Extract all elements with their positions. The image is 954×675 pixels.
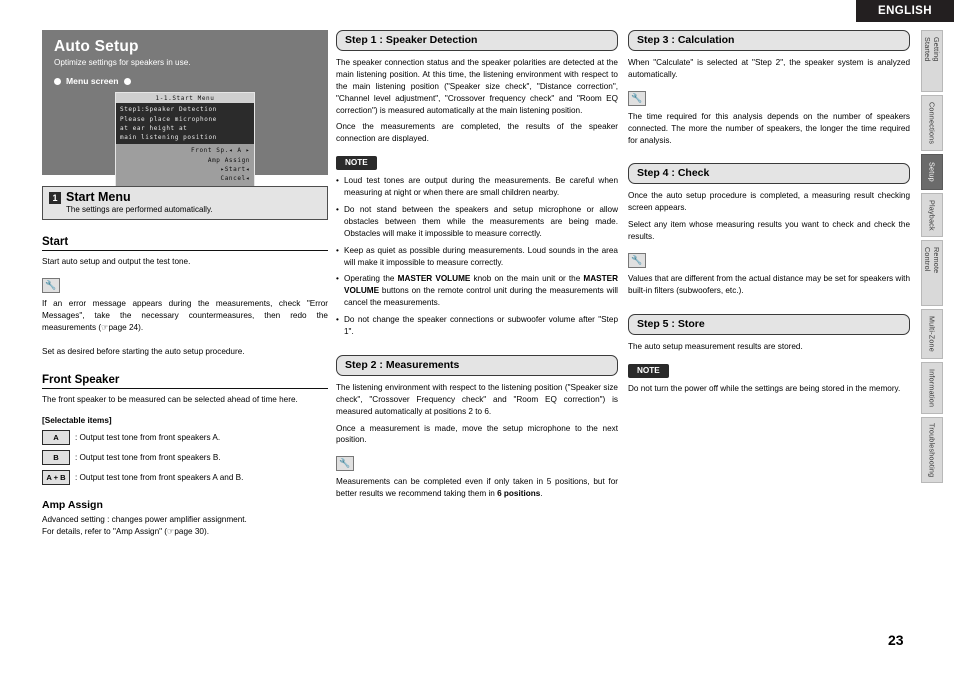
osd-line: Front Sp.◂ A ▸ xyxy=(191,147,250,155)
step-4-block: Step 4 : Check Once the auto setup proce… xyxy=(628,163,910,296)
tab-playback[interactable]: Playback xyxy=(921,193,943,237)
start-menu-title: Start Menu xyxy=(66,190,131,204)
tab-multi-zone[interactable]: Multi-Zone xyxy=(921,309,943,359)
list-item: Do not change the speaker connections or… xyxy=(336,314,618,338)
tab-label: Multi-Zone xyxy=(927,316,937,352)
step-3-header: Step 3 : Calculation xyxy=(628,30,910,51)
list-item: Operating the MASTER VOLUME knob on the … xyxy=(336,273,618,309)
chip-front-a-desc: : Output test tone from front speakers A… xyxy=(75,433,221,443)
menu-screen-row: Menu screen xyxy=(54,76,316,86)
wrench-icon xyxy=(336,456,354,472)
step-5-paragraph-1: The auto setup measurement results are s… xyxy=(628,341,803,351)
wrench-icon xyxy=(42,278,60,294)
osd-line: at ear height at xyxy=(120,124,188,132)
section-number-badge: 1 xyxy=(49,192,61,204)
note-badge: NOTE xyxy=(628,363,669,378)
tab-label: Troubleshooting xyxy=(927,422,937,478)
step-5-block: Step 5 : Store The auto setup measuremen… xyxy=(628,313,910,395)
tab-troubleshooting[interactable]: Troubleshooting xyxy=(921,417,943,483)
auto-setup-panel: Auto Setup Optimize settings for speaker… xyxy=(42,30,328,187)
step-5-header: Step 5 : Store xyxy=(628,313,910,335)
tab-getting-started[interactable]: Getting Started xyxy=(921,30,943,92)
step-2-header: Step 2 : Measurements xyxy=(336,354,618,376)
tab-label: Getting Started xyxy=(923,37,941,62)
bullet-dot-icon xyxy=(54,77,61,85)
step-1-notes-list: Loud test tones are output during the me… xyxy=(336,175,618,338)
tab-label: Setup xyxy=(927,162,937,182)
column-right: Step 3 : Calculation When "Calculate" is… xyxy=(628,30,910,395)
chip-front-ab-desc: : Output test tone from front speakers A… xyxy=(75,473,244,483)
start-heading: Start xyxy=(42,236,328,252)
column-middle: Step 1 : Speaker Detection The speaker c… xyxy=(336,30,618,500)
selectable-item-row: B : Output test tone from front speakers… xyxy=(42,450,328,466)
step-2-paragraph-1: The listening environment with respect t… xyxy=(336,382,618,416)
language-label: ENGLISH xyxy=(878,5,932,17)
start-note: If an error message appears during the m… xyxy=(42,299,328,332)
step-1-block: Step 1 : Speaker Detection The speaker c… xyxy=(336,30,618,338)
auto-setup-title: Auto Setup xyxy=(54,38,139,55)
auto-setup-subtitle: Optimize settings for speakers in use. xyxy=(54,58,191,67)
step-4-paragraph-2: Select any item whose measuring results … xyxy=(628,220,910,242)
chip-front-a[interactable]: A xyxy=(42,430,70,446)
chip-front-b-desc: : Output test tone from front speakers B… xyxy=(75,453,221,463)
tab-label: Information xyxy=(927,368,937,408)
tab-information[interactable]: Information xyxy=(921,362,943,414)
amp-assign-paragraph-1: Advanced setting : changes power amplifi… xyxy=(42,515,247,525)
step-3-block: Step 3 : Calculation When "Calculate" is… xyxy=(628,30,910,146)
step-4-header: Step 4 : Check xyxy=(628,163,910,185)
amp-assign-paragraph-2: For details, refer to "Amp Assign" (☞pag… xyxy=(42,527,209,537)
osd-preview: 1-1.Start Menu Step1:Speaker Detection P… xyxy=(115,92,255,187)
chip-front-ab[interactable]: A + B xyxy=(42,470,70,486)
tab-setup[interactable]: Setup xyxy=(921,154,943,190)
front-speaker-paragraph: The front speaker to be measured can be … xyxy=(42,394,298,404)
step-2-tip: Measurements can be completed even if on… xyxy=(336,477,618,499)
osd-line: Cancel◂ xyxy=(220,175,250,183)
wrench-icon xyxy=(628,90,646,106)
tab-label: Connections xyxy=(927,101,937,145)
osd-line: main listening position xyxy=(120,134,217,142)
language-bar: ENGLISH xyxy=(856,0,954,22)
list-item: Do not stand between the speakers and se… xyxy=(336,204,618,240)
bullet-dot-icon xyxy=(123,77,131,85)
start-paragraph-2: Set as desired before starting the auto … xyxy=(42,346,245,356)
column-left: Auto Setup Optimize settings for speaker… xyxy=(42,30,328,538)
chip-front-b[interactable]: B xyxy=(42,450,70,466)
tab-remote-control[interactable]: Remote Control xyxy=(921,240,943,306)
osd-line: ▸Start◂ xyxy=(220,166,250,174)
tab-connections[interactable]: Connections xyxy=(921,95,943,151)
amp-assign-heading: Amp Assign xyxy=(42,499,103,512)
step-4-paragraph-1: Once the auto setup procedure is complet… xyxy=(628,191,910,213)
osd-line: Step1:Speaker Detection xyxy=(120,106,217,114)
step-3-paragraph-1: When "Calculate" is selected at "Step 2"… xyxy=(628,58,910,79)
osd-title: 1-1.Start Menu xyxy=(116,93,254,104)
osd-dark-block: Step1:Speaker Detection Please place mic… xyxy=(116,103,254,145)
step-1-paragraph-1: The speaker connection status and the sp… xyxy=(336,58,618,115)
step-1-paragraph-2: Once the measurements are completed, the… xyxy=(336,122,618,144)
tab-label: Remote Control xyxy=(923,247,941,274)
page-number: 23 xyxy=(888,632,904,648)
start-paragraph-1: Start auto setup and output the test ton… xyxy=(42,257,191,267)
step-5-note: Do not turn the power off while the sett… xyxy=(628,383,901,393)
step-2-block: Step 2 : Measurements The listening envi… xyxy=(336,354,618,500)
tab-label: Playback xyxy=(927,199,937,231)
start-menu-header: 1 Start Menu The settings are performed … xyxy=(42,186,328,221)
note-badge: NOTE xyxy=(336,156,377,171)
step-4-tip: Values that are different from the actua… xyxy=(628,274,910,295)
menu-screen-label: Menu screen xyxy=(66,76,119,86)
osd-line: Amp Assign xyxy=(207,156,250,164)
selectable-item-row: A + B : Output test tone from front spea… xyxy=(42,470,328,486)
list-item: Keep as quiet as possible during measure… xyxy=(336,245,618,269)
wrench-icon xyxy=(628,253,646,269)
osd-light-block: Front Sp.◂ A ▸ Amp Assign ▸Start◂ Cancel… xyxy=(116,144,254,186)
step-1-header: Step 1 : Speaker Detection xyxy=(336,30,618,51)
step-2-paragraph-2: Once a measurement is made, move the set… xyxy=(336,423,618,445)
front-speaker-heading: Front Speaker xyxy=(42,374,328,389)
section-tabs: Getting Started Connections Setup Playba… xyxy=(921,30,945,486)
selectable-item-row: A : Output test tone from front speakers… xyxy=(42,430,328,446)
osd-line: Please place microphone xyxy=(120,115,217,123)
selectable-items-label: [Selectable items] xyxy=(42,416,112,426)
step-3-tip: The time required for this analysis depe… xyxy=(628,111,910,145)
start-menu-subtitle: The settings are performed automatically… xyxy=(66,205,213,215)
list-item: Loud test tones are output during the me… xyxy=(336,175,618,199)
